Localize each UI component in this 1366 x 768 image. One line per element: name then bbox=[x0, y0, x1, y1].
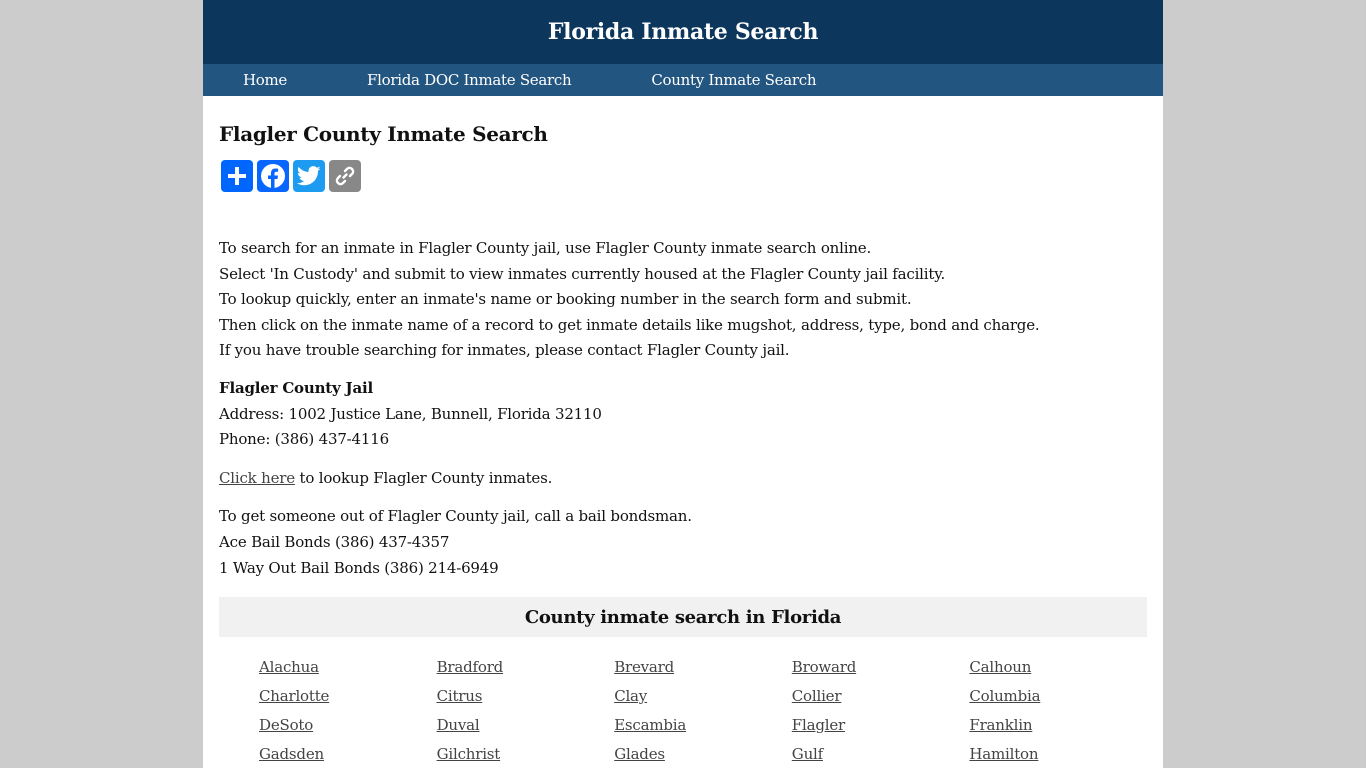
county-link-flagler[interactable]: Flagler bbox=[792, 713, 970, 737]
county-link-charlotte[interactable]: Charlotte bbox=[259, 684, 437, 708]
intro-line: Select 'In Custody' and submit to view i… bbox=[219, 264, 946, 283]
copy-link-button[interactable] bbox=[329, 160, 361, 192]
county-link-gulf[interactable]: Gulf bbox=[792, 742, 970, 766]
link-icon bbox=[335, 166, 355, 186]
bail-info: To get someone out of Flagler County jai… bbox=[219, 504, 1147, 581]
county-link-franklin[interactable]: Franklin bbox=[969, 713, 1147, 737]
nav-item-county-inmate-search[interactable]: County Inmate Search bbox=[651, 71, 816, 89]
bail-line: To get someone out of Flagler County jai… bbox=[219, 507, 692, 526]
facebook-share-button[interactable] bbox=[257, 160, 289, 192]
county-link-broward[interactable]: Broward bbox=[792, 655, 970, 679]
intro-line: Then click on the inmate name of a recor… bbox=[219, 315, 1040, 334]
lookup-rest-text: to lookup Flagler County inmates. bbox=[294, 468, 553, 487]
county-list-heading: County inmate search in Florida bbox=[219, 597, 1147, 638]
intro-line: To lookup quickly, enter an inmate's nam… bbox=[219, 290, 912, 309]
county-list-section: County inmate search in Florida Alachua B… bbox=[219, 597, 1147, 766]
jail-phone: Phone: (386) 437-4116 bbox=[219, 430, 389, 449]
main-content: Flagler County Inmate Search To search f… bbox=[203, 96, 1163, 766]
county-link-escambia[interactable]: Escambia bbox=[614, 713, 792, 737]
facebook-icon bbox=[261, 164, 285, 188]
county-link-alachua[interactable]: Alachua bbox=[259, 655, 437, 679]
jail-info: Flagler County Jail Address: 1002 Justic… bbox=[219, 376, 1147, 453]
bail-bondsman: 1 Way Out Bail Bonds (386) 214-6949 bbox=[219, 558, 499, 577]
lookup-text: Click here to lookup Flagler County inma… bbox=[219, 466, 1147, 492]
county-link-gadsden[interactable]: Gadsden bbox=[259, 742, 437, 766]
lookup-link[interactable]: Click here bbox=[219, 469, 295, 487]
jail-address: Address: 1002 Justice Lane, Bunnell, Flo… bbox=[219, 404, 602, 423]
intro-line: To search for an inmate in Flagler Count… bbox=[219, 239, 872, 257]
nav-item-florida-doc-inmate-search[interactable]: Florida DOC Inmate Search bbox=[367, 71, 572, 89]
intro-text: To search for an inmate in Flagler Count… bbox=[219, 236, 1147, 364]
county-link-glades[interactable]: Glades bbox=[614, 742, 792, 766]
county-link-brevard[interactable]: Brevard bbox=[614, 655, 792, 679]
county-link-citrus[interactable]: Citrus bbox=[437, 684, 615, 708]
county-link-duval[interactable]: Duval bbox=[437, 713, 615, 737]
nav-item-home[interactable]: Home bbox=[243, 71, 287, 89]
county-grid: Alachua Bradford Brevard Broward Calhoun Char… bbox=[219, 637, 1147, 766]
county-link-gilchrist[interactable]: Gilchrist bbox=[437, 742, 615, 766]
jail-name: Flagler County Jail bbox=[219, 378, 373, 397]
twitter-icon bbox=[297, 166, 321, 186]
county-link-calhoun[interactable]: Calhoun bbox=[969, 655, 1147, 679]
lookup-section: Click here to lookup Flagler County inma… bbox=[219, 466, 1147, 492]
page-title: Flagler County Inmate Search bbox=[219, 122, 548, 146]
intro-line: If you have trouble searching for inmate… bbox=[219, 341, 790, 360]
page-container: Florida Inmate Search Home Florida DOC I… bbox=[203, 0, 1163, 768]
county-link-desoto[interactable]: DeSoto bbox=[259, 713, 437, 737]
county-link-columbia[interactable]: Columbia bbox=[969, 684, 1147, 708]
main-nav: Home Florida DOC Inmate Search County In… bbox=[203, 64, 1163, 96]
county-link-bradford[interactable]: Bradford bbox=[437, 655, 615, 679]
share-button[interactable] bbox=[221, 160, 253, 192]
twitter-share-button[interactable] bbox=[293, 160, 325, 192]
bail-bondsman: Ace Bail Bonds (386) 437-4357 bbox=[219, 532, 450, 551]
site-title: Florida Inmate Search bbox=[547, 19, 819, 45]
county-link-hamilton[interactable]: Hamilton bbox=[969, 742, 1147, 766]
county-link-collier[interactable]: Collier bbox=[792, 684, 970, 708]
plus-icon bbox=[228, 167, 246, 185]
share-buttons bbox=[221, 160, 1147, 192]
county-link-clay[interactable]: Clay bbox=[614, 684, 792, 708]
site-header: Florida Inmate Search bbox=[203, 0, 1163, 64]
